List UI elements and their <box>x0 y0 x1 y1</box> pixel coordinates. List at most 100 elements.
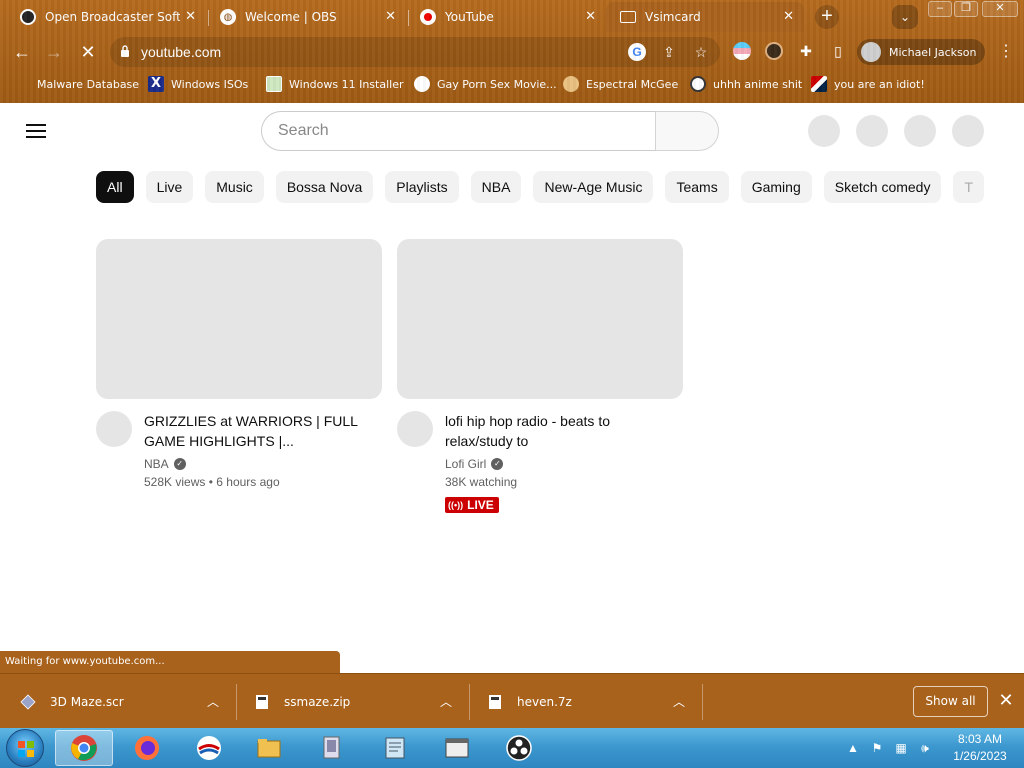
image-icon <box>266 76 282 92</box>
channel-name[interactable]: NBA ✓ <box>144 457 186 471</box>
new-tab-button[interactable]: + <box>815 5 839 29</box>
chip-playlists[interactable]: Playlists <box>385 171 459 203</box>
round-logo-icon <box>197 736 221 760</box>
video-thumbnail[interactable] <box>96 239 382 399</box>
clock-date: 1/26/2023 <box>953 749 1007 763</box>
taskbar-explorer[interactable] <box>240 730 298 766</box>
tab-obs-software[interactable]: Open Broadcaster Software ✕ <box>6 2 206 32</box>
start-button[interactable] <box>6 729 44 767</box>
chip-bossa-nova[interactable]: Bossa Nova <box>275 171 374 203</box>
live-label: LIVE <box>467 498 494 512</box>
bookmark-item[interactable]: Gay Porn Sex Movie... <box>414 76 557 92</box>
avatar[interactable] <box>397 411 433 447</box>
download-item[interactable]: heven.7z ︿ <box>487 674 697 729</box>
bookmark-star-icon[interactable]: ☆ <box>692 43 710 61</box>
obs-icon <box>20 9 36 25</box>
tab-welcome-obs[interactable]: ◍ Welcome | OBS ✕ <box>206 2 406 32</box>
video-card[interactable]: GRIZZLIES at WARRIORS | FULL GAME HIGHLI… <box>96 239 382 521</box>
chip-nba[interactable]: NBA <box>470 171 522 203</box>
chip-new-age-music[interactable]: New-Age Music <box>533 171 654 203</box>
share-icon[interactable]: ⇪ <box>660 43 678 61</box>
stop-loading-button[interactable]: ✕ <box>76 41 100 65</box>
taskbar-clock[interactable]: 8:03 AM 1/26/2023 <box>940 731 1020 765</box>
back-button[interactable]: ← <box>10 41 34 65</box>
video-title[interactable]: lofi hip hop radio - beats to relax/stud… <box>445 411 665 451</box>
menu-kebab-icon[interactable]: ⋮ <box>998 42 1014 62</box>
bookmark-item[interactable]: Windows 11 Installer <box>266 76 404 92</box>
extension-avatar-icon[interactable] <box>765 42 783 60</box>
video-card[interactable]: lofi hip hop radio - beats to relax/stud… <box>397 239 683 521</box>
search-button[interactable] <box>655 111 719 151</box>
avatar[interactable] <box>952 115 984 147</box>
video-stats: 528K views • 6 hours ago <box>144 475 280 489</box>
taskbar-chrome[interactable] <box>55 730 113 766</box>
channel-name[interactable]: Lofi Girl ✓ <box>445 457 504 471</box>
google-icon[interactable]: G <box>628 43 646 61</box>
tab-youtube[interactable]: YouTube ✕ <box>406 2 606 32</box>
video-title[interactable]: GRIZZLIES at WARRIORS | FULL GAME HIGHLI… <box>144 411 364 451</box>
header-placeholder-icon[interactable] <box>808 115 840 147</box>
chevron-up-icon[interactable]: ︿ <box>673 693 685 710</box>
windows-logo-icon <box>18 741 34 757</box>
search-box <box>261 111 656 151</box>
bookmark-item[interactable]: Espectral McGee <box>563 76 678 92</box>
network-icon[interactable]: ▦ <box>893 740 909 756</box>
taskbar-app[interactable] <box>428 730 486 766</box>
live-broadcast-icon: ((•)) <box>448 500 464 510</box>
lock-icon <box>121 45 129 57</box>
avatar[interactable] <box>96 411 132 447</box>
download-item[interactable]: ssmaze.zip ︿ <box>254 674 464 729</box>
taskbar-app[interactable] <box>180 730 238 766</box>
action-center-flag-icon[interactable]: ⚑ <box>869 740 885 756</box>
video-thumbnail[interactable] <box>397 239 683 399</box>
bookmark-item[interactable]: Malware Database <box>14 76 139 92</box>
close-icon[interactable]: ✕ <box>783 10 794 24</box>
close-icon[interactable]: ✕ <box>585 10 596 24</box>
header-placeholder-icon[interactable] <box>904 115 936 147</box>
chevron-up-icon[interactable]: ︿ <box>207 693 219 710</box>
chip-live[interactable]: Live <box>145 171 194 203</box>
tab-search-button[interactable]: ⌄ <box>892 5 918 29</box>
bookmark-item[interactable]: uhhh anime shit <box>690 76 802 92</box>
close-icon[interactable]: ✕ <box>185 10 196 24</box>
show-all-downloads-button[interactable]: Show all <box>913 686 988 717</box>
download-item[interactable]: 3D Maze.scr ︿ <box>20 674 230 729</box>
forward-button[interactable]: → <box>42 41 66 65</box>
firefox-icon <box>135 736 159 760</box>
volume-icon[interactable]: 🕪 <box>917 740 933 756</box>
extensions-puzzle-icon[interactable]: ✚ <box>797 42 815 60</box>
chip-truncated[interactable]: T <box>953 171 985 203</box>
bookmark-item[interactable]: you are an idiot! <box>811 76 925 92</box>
header-placeholder-icon[interactable] <box>856 115 888 147</box>
chevron-up-icon[interactable]: ︿ <box>440 693 452 710</box>
channel-label: NBA <box>144 457 169 471</box>
taskbar-app[interactable] <box>303 730 361 766</box>
bookmark-blank-icon <box>14 76 30 92</box>
chip-gaming[interactable]: Gaming <box>740 171 812 203</box>
chip-sketch-comedy[interactable]: Sketch comedy <box>823 171 942 203</box>
menu-hamburger-icon[interactable] <box>26 124 46 138</box>
side-panel-icon[interactable]: ▯ <box>829 42 847 60</box>
chip-all[interactable]: All <box>96 171 134 203</box>
profile-button[interactable]: Michael Jackson <box>857 39 985 65</box>
taskbar-app[interactable] <box>366 730 424 766</box>
chip-bar: All Live Music Bossa Nova Playlists NBA New-Ag… <box>96 171 1024 203</box>
taskbar-firefox[interactable] <box>118 730 176 766</box>
taskbar-obs[interactable] <box>490 730 548 766</box>
chip-music[interactable]: Music <box>205 171 264 203</box>
tab-vsimcard[interactable]: Vsimcard ✕ <box>606 2 804 32</box>
minimize-button[interactable]: – <box>928 1 952 17</box>
tray-expand-icon[interactable]: ▲ <box>845 740 861 756</box>
search-input[interactable] <box>278 112 638 150</box>
screensaver-file-icon <box>20 693 36 710</box>
address-bar[interactable]: youtube.com G ⇪ ☆ <box>110 37 720 67</box>
extension-flag-icon[interactable] <box>733 42 751 60</box>
bookmark-label: Gay Porn Sex Movie... <box>437 77 557 91</box>
bookmark-item[interactable]: X Windows ISOs <box>148 76 248 92</box>
maximize-button[interactable]: ❐ <box>954 1 978 17</box>
close-icon[interactable]: ✕ <box>996 690 1016 710</box>
close-icon[interactable]: ✕ <box>385 10 396 24</box>
bookmark-label: Windows 11 Installer <box>289 77 404 91</box>
chip-teams[interactable]: Teams <box>665 171 729 203</box>
close-window-button[interactable]: ✕ <box>982 1 1018 17</box>
